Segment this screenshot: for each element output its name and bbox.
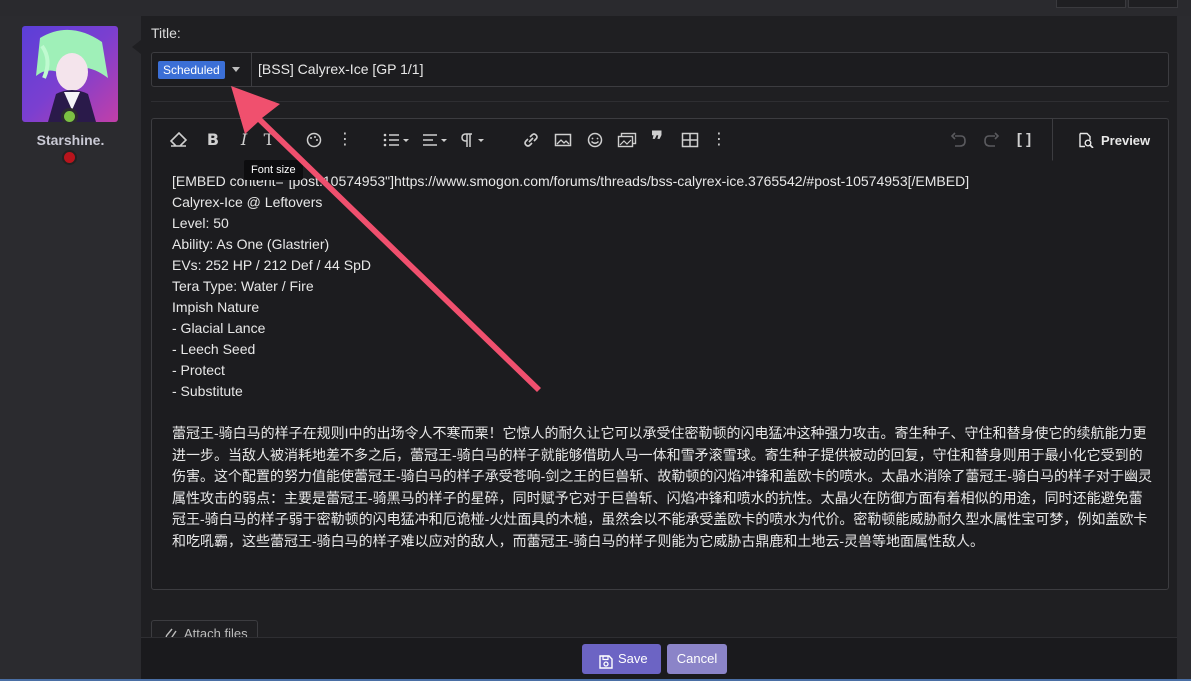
editor-line: Calyrex-Ice @ Leftovers	[172, 194, 323, 210]
chevron-down-icon	[232, 67, 240, 72]
preview-label: Preview	[1101, 133, 1151, 148]
bold-icon[interactable]: B	[204, 129, 222, 151]
redo-icon[interactable]	[982, 129, 1000, 151]
editor-content[interactable]: [EMBED content="[post:10574953"]https://…	[172, 171, 1152, 553]
title-input[interactable]	[258, 53, 1158, 86]
title-label: Title:	[151, 25, 181, 41]
editor-line: Tera Type: Water / Fire	[172, 278, 314, 294]
editor-line: Impish Nature	[172, 299, 260, 315]
italic-icon[interactable]: I	[235, 129, 253, 151]
smilie-icon[interactable]	[586, 129, 604, 151]
message-caret	[132, 40, 141, 54]
editor-paragraph: 蕾冠王-骑白马的样子在规则I中的出场令人不寒而栗！它惊人的耐久让它可以承受住密勒…	[172, 425, 1152, 549]
cancel-button[interactable]: Cancel	[667, 644, 727, 674]
undo-icon[interactable]	[950, 129, 968, 151]
list-icon[interactable]	[383, 129, 411, 151]
font-size-icon[interactable]: T	[260, 129, 278, 151]
editor-line: [EMBED content="[post:10574953"]https://…	[172, 173, 970, 189]
table-icon[interactable]	[681, 129, 699, 151]
align-icon[interactable]	[422, 129, 450, 151]
editor-line: Level: 50	[172, 215, 229, 231]
save-label: Save	[618, 651, 648, 666]
editor-line: - Leech Seed	[172, 341, 256, 357]
quote-icon[interactable]: ❞	[648, 129, 666, 151]
editor-line: - Protect	[172, 362, 225, 378]
top-button[interactable]	[1128, 0, 1178, 8]
title-field: Scheduled	[151, 52, 1169, 87]
editor-line: - Substitute	[172, 383, 243, 399]
link-icon[interactable]	[522, 129, 540, 151]
more-icon[interactable]: ⋮	[710, 129, 728, 151]
top-strip	[0, 0, 1191, 16]
editor-toolbar: B I T ⋮ ❞ ⋮ [] Preview	[152, 119, 1168, 161]
preview-icon	[1077, 132, 1095, 153]
top-button[interactable]	[1056, 0, 1126, 8]
eraser-icon[interactable]	[170, 129, 188, 151]
rich-text-editor: B I T ⋮ ❞ ⋮ [] Preview [EMBED content="…	[151, 118, 1169, 590]
scrollbar[interactable]	[1177, 16, 1191, 681]
prefix-chip: Scheduled	[158, 61, 225, 79]
user-badge-icon	[62, 150, 77, 165]
editor-line: - Glacial Lance	[172, 320, 266, 336]
prefix-selector[interactable]: Scheduled	[152, 53, 252, 86]
username[interactable]: Starshine.	[0, 132, 141, 148]
paragraph-icon[interactable]	[460, 129, 488, 151]
preview-tab[interactable]: Preview	[1052, 119, 1168, 161]
online-status-icon	[61, 108, 78, 125]
image-icon[interactable]	[554, 129, 572, 151]
more-icon[interactable]: ⋮	[336, 129, 354, 151]
palette-icon[interactable]	[305, 129, 323, 151]
save-button[interactable]: Save	[582, 644, 661, 674]
save-icon	[598, 651, 614, 681]
bbcode-icon[interactable]: [ ]	[1015, 129, 1033, 151]
font-size-tooltip: Font size	[244, 160, 303, 180]
editor-line: Ability: As One (Glastrier)	[172, 236, 330, 252]
media-icon[interactable]	[617, 129, 637, 151]
divider	[151, 101, 1169, 102]
editor-line: EVs: 252 HP / 212 Def / 44 SpD	[172, 257, 371, 273]
